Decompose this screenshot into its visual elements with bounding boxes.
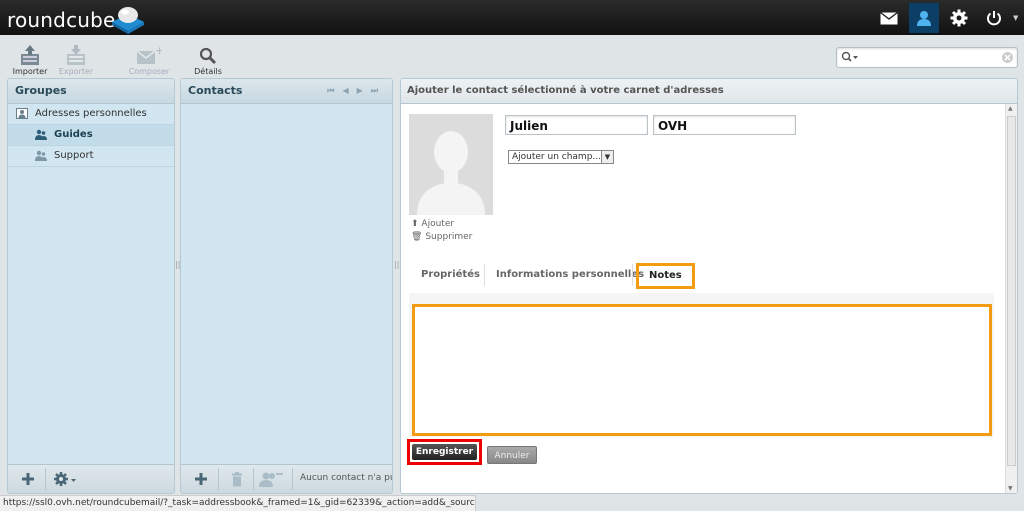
save-button[interactable]: Enregistrer: [412, 444, 477, 460]
save-button-highlight: Enregistrer: [407, 439, 482, 465]
contacts-title: Contacts: [188, 84, 243, 97]
addressbook-icon: [16, 108, 28, 119]
clear-search-icon[interactable]: [1002, 52, 1013, 63]
contacts-count-text: Aucun contact n'a pu: [300, 473, 393, 483]
settings-icon[interactable]: [944, 3, 974, 33]
groups-panel: Groupes Adresses personnelles Guides Sup…: [7, 78, 175, 494]
contact-photo: [409, 114, 493, 215]
group-item-personal-addresses[interactable]: Adresses personnelles: [8, 104, 174, 125]
plus-icon: [22, 473, 34, 485]
export-button[interactable]: Exporter: [54, 43, 98, 76]
add-contact-button[interactable]: [191, 469, 211, 489]
photo-add-link[interactable]: ⬆ Ajouter: [411, 219, 454, 229]
group-item-guides[interactable]: Guides: [8, 125, 174, 146]
add-group-button[interactable]: [18, 469, 38, 489]
arrow-up-icon: ⬆: [411, 219, 419, 229]
splitter-handle[interactable]: ||: [175, 260, 180, 272]
cancel-button[interactable]: Annuler: [487, 446, 537, 464]
svg-text:+: +: [155, 45, 162, 57]
search-input[interactable]: [836, 47, 1018, 68]
top-bar: roundcube ▼: [0, 0, 1024, 35]
delete-contact-button[interactable]: [226, 469, 248, 489]
compose-button[interactable]: + Composer: [127, 43, 171, 76]
scroll-thumb[interactable]: [1007, 116, 1016, 466]
add-field-select[interactable]: Ajouter un champ... ▼: [508, 150, 614, 164]
magnifier-icon: [186, 43, 230, 65]
import-icon: [8, 43, 52, 65]
mail-icon[interactable]: [874, 3, 904, 33]
contacts-footer: Aucun contact n'a pu: [181, 464, 392, 493]
plus-icon: [195, 473, 207, 485]
scroll-up-icon[interactable]: ▲: [1008, 105, 1013, 112]
trash-icon: [232, 471, 242, 486]
contacts-panel: Contacts ⏮◀▶⏭ Aucun contact n'a pu: [180, 78, 393, 494]
status-url: https://ssl0.ovh.net/roundcubemail/?_tas…: [0, 495, 476, 511]
compose-icon: +: [127, 43, 171, 65]
contact-form-panel: Ajouter le contact sélectionné à votre c…: [400, 78, 1018, 494]
search-icon[interactable]: [841, 51, 859, 63]
splitter-handle[interactable]: ||: [394, 260, 399, 272]
tab-notes[interactable]: Notes: [636, 263, 695, 289]
contacts-icon[interactable]: [909, 3, 939, 33]
gear-icon: [54, 472, 76, 486]
dropdown-arrow-icon[interactable]: ▼: [1013, 14, 1018, 22]
group-options-button[interactable]: [51, 469, 79, 489]
scrollbar[interactable]: ▲ ▼: [1005, 104, 1017, 493]
import-button[interactable]: Importer: [8, 43, 52, 76]
pagination-arrows[interactable]: ⏮◀▶⏭: [327, 79, 386, 103]
export-icon: [54, 43, 98, 65]
groups-footer: [8, 464, 174, 493]
groups-title: Groupes: [8, 79, 174, 104]
tab-properties[interactable]: Propriétés: [421, 262, 480, 288]
user-remove-icon: [259, 472, 283, 487]
logo-text: roundcube: [7, 8, 116, 32]
chevron-down-icon: ▼: [601, 151, 613, 163]
tab-personal-info[interactable]: Informations personnelles: [496, 262, 644, 288]
group-icon: [35, 129, 47, 140]
lastname-field[interactable]: OVH: [653, 115, 796, 135]
photo-delete-link[interactable]: 🗑 Supprimer: [411, 232, 472, 242]
remove-from-group-button[interactable]: [258, 469, 286, 489]
group-item-support[interactable]: Support: [8, 146, 174, 167]
logo-cube-icon: [112, 7, 144, 34]
form-title: Ajouter le contact sélectionné à votre c…: [401, 79, 1017, 104]
group-icon: [35, 150, 47, 161]
trash-icon: 🗑: [411, 232, 423, 242]
details-button[interactable]: Détails: [186, 43, 230, 76]
notes-textarea[interactable]: [412, 304, 992, 436]
scroll-down-icon[interactable]: ▼: [1008, 485, 1013, 492]
firstname-field[interactable]: Julien: [505, 115, 648, 135]
power-icon[interactable]: [979, 3, 1009, 33]
avatar-placeholder-icon: [409, 114, 493, 215]
